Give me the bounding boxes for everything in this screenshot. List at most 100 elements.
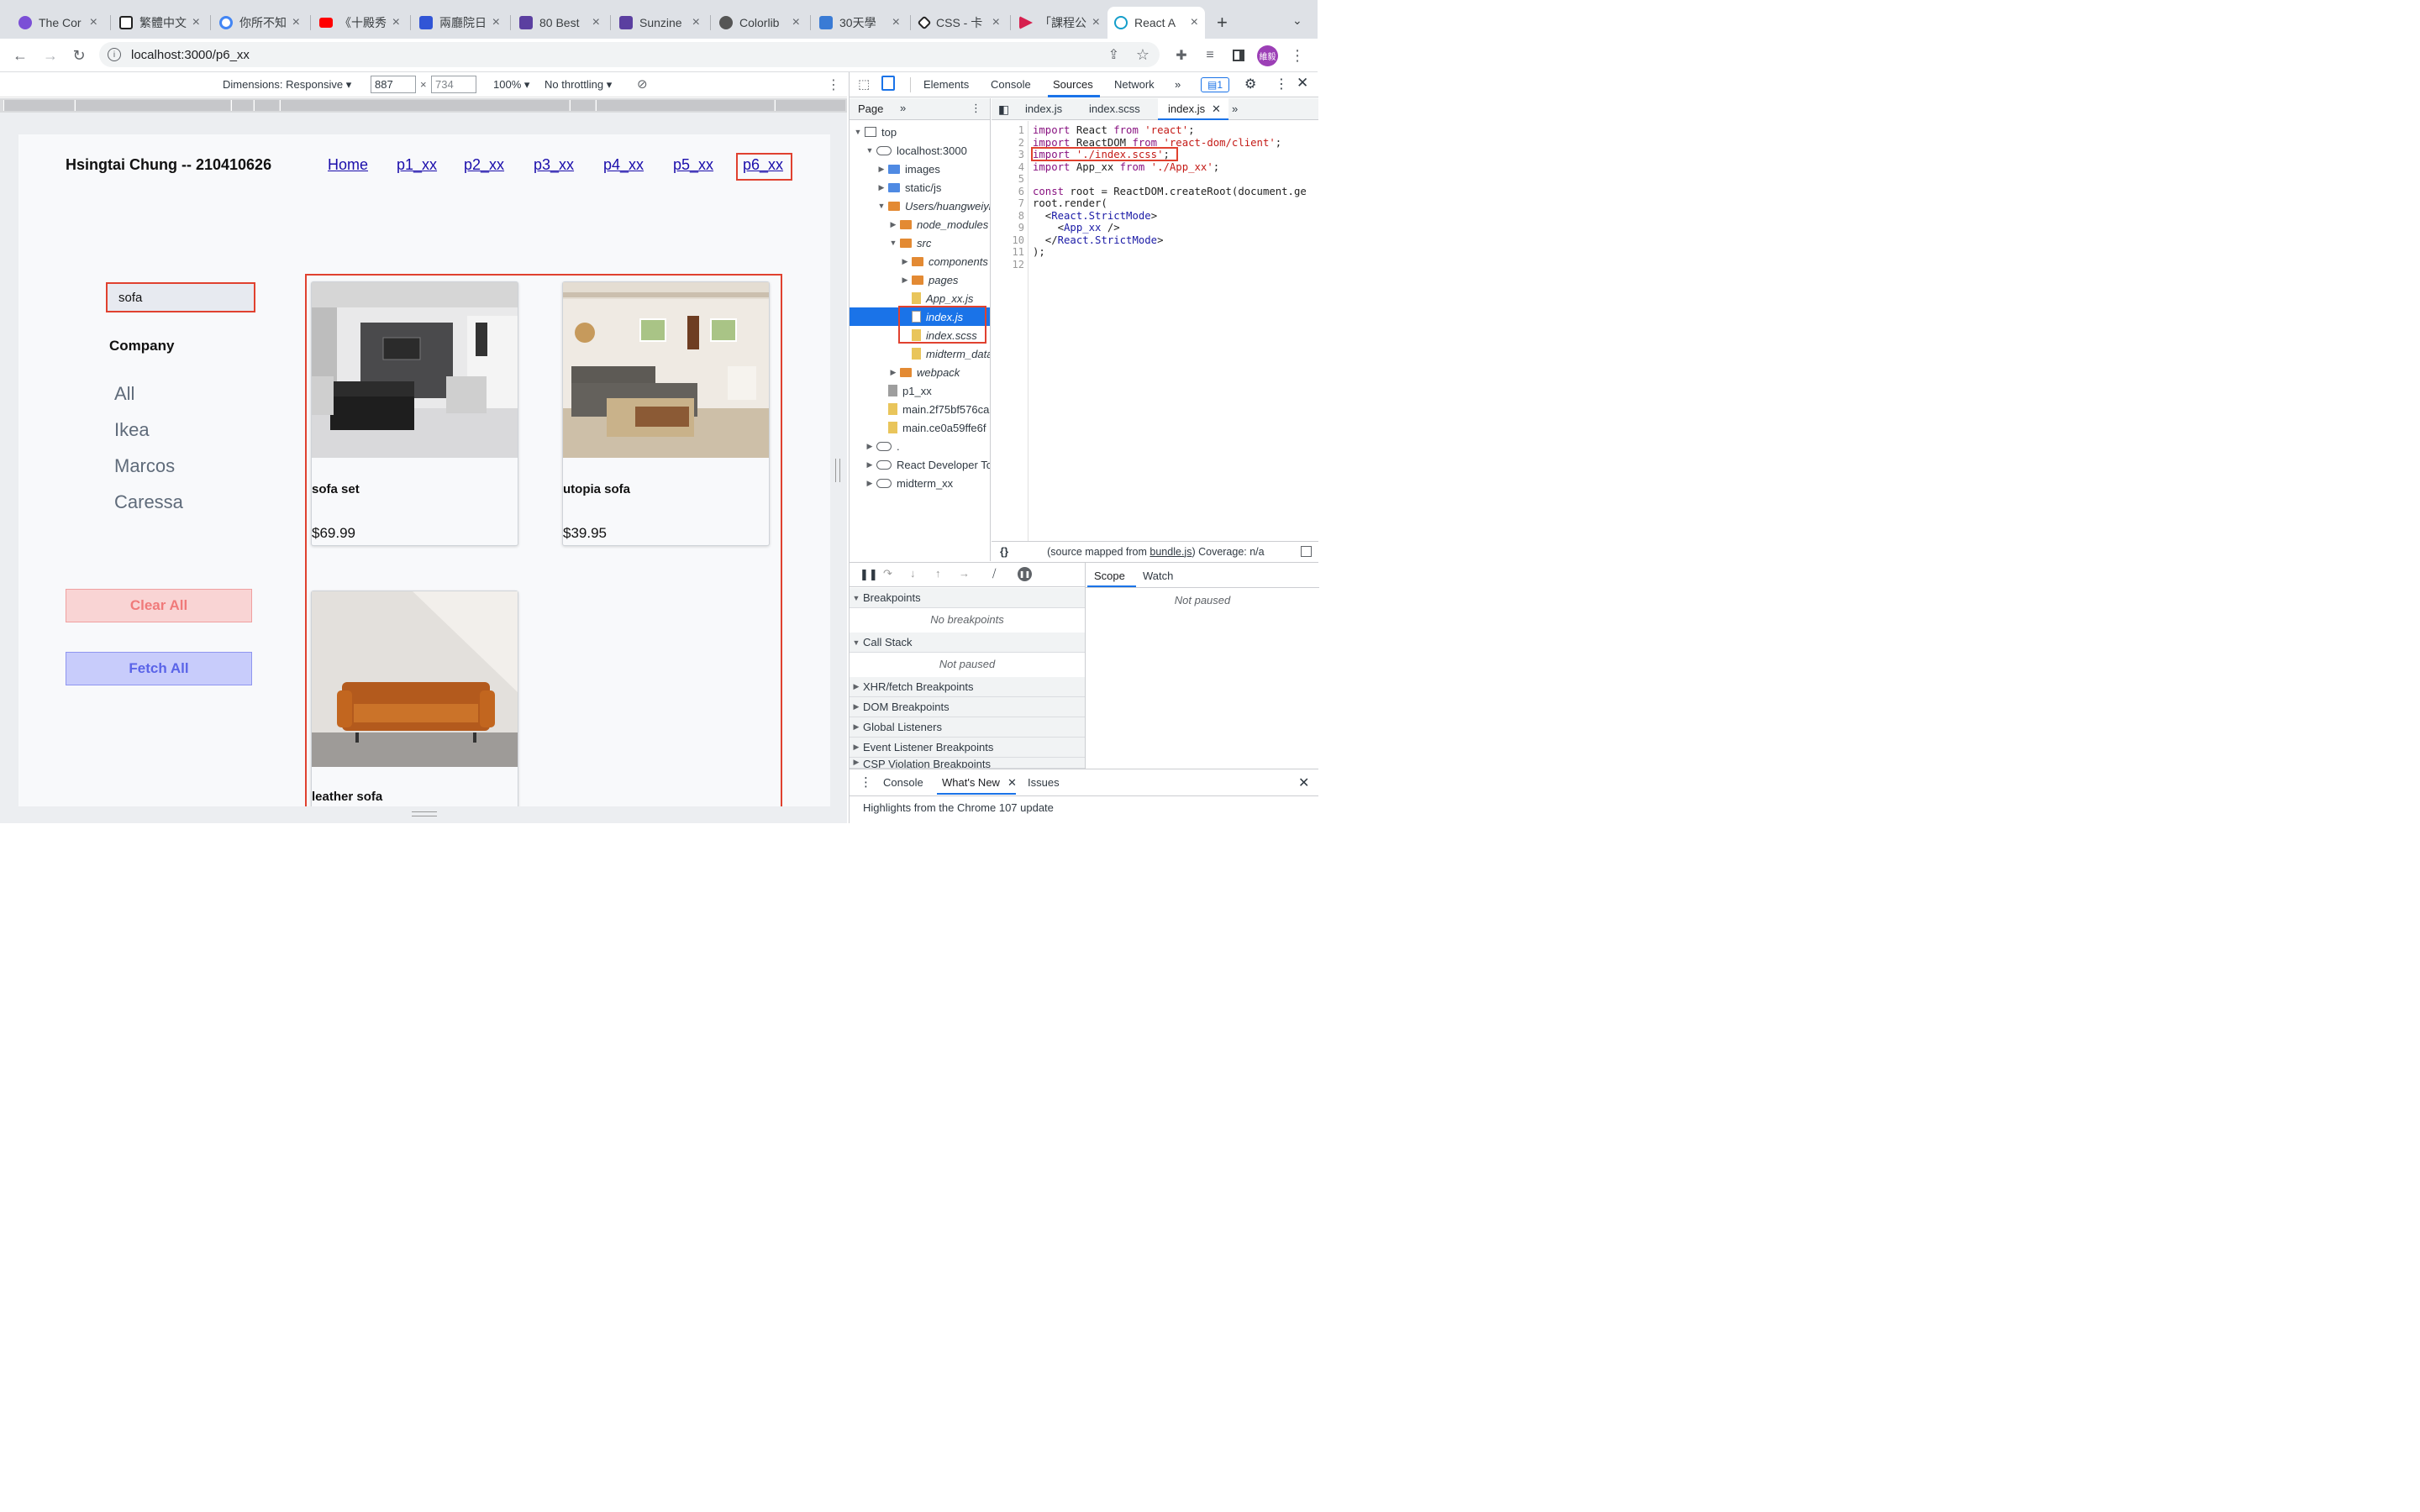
code-line[interactable]: root.render(	[1033, 197, 1107, 209]
pause-on-exceptions-icon[interactable]: ❚❚	[1018, 567, 1032, 581]
code-line[interactable]: import React from 'react';	[1033, 124, 1195, 136]
code-line[interactable]: </React.StrictMode>	[1033, 234, 1164, 246]
resize-handle-bottom[interactable]	[412, 811, 437, 816]
call-stack-section[interactable]: ▼ Call Stack	[850, 633, 1085, 653]
nav-p3[interactable]: p3_xx	[534, 156, 574, 174]
code-line[interactable]: import App_xx from './App_xx';	[1033, 161, 1219, 173]
close-tab-icon[interactable]: ×	[792, 15, 800, 30]
company-filter-ikea[interactable]: Ikea	[114, 419, 150, 441]
dom-breakpoints-section[interactable]: ▶ DOM Breakpoints	[850, 697, 1085, 717]
code-line[interactable]: const root = ReactDOM.createRoot(documen…	[1033, 186, 1307, 197]
resize-handle-right[interactable]	[835, 459, 840, 482]
pretty-print-icon[interactable]: {}	[1000, 545, 1008, 558]
browser-tab[interactable]: 《十殿秀 ×	[313, 7, 407, 39]
scope-tab[interactable]: Scope	[1094, 570, 1125, 582]
tree-main-js[interactable]: main.ce0a59ffe6f	[888, 418, 986, 437]
height-input[interactable]: 734	[431, 76, 476, 93]
tree-node-modules[interactable]: ▶ node_modules	[888, 215, 989, 234]
tree-users[interactable]: ▼ Users/huangweiyi	[876, 197, 990, 215]
rotate-icon[interactable]: ⊘	[637, 76, 648, 92]
nav-p2[interactable]: p2_xx	[464, 156, 504, 174]
tree-top[interactable]: ▼ top	[853, 123, 897, 141]
company-filter-marcos[interactable]: Marcos	[114, 455, 175, 477]
event-listener-breakpoints-section[interactable]: ▶ Event Listener Breakpoints	[850, 738, 1085, 758]
close-devtools-icon[interactable]: ✕	[1297, 75, 1308, 92]
new-tab-button[interactable]: +	[1217, 12, 1228, 34]
more-tabs-icon[interactable]: »	[1175, 78, 1181, 91]
nav-p1[interactable]: p1_xx	[397, 156, 437, 174]
tree-dot[interactable]: ▶.	[865, 437, 900, 455]
close-tab-icon[interactable]: ×	[1092, 15, 1100, 30]
csp-violation-section[interactable]: ▶ CSP Violation Breakpoints	[850, 758, 1085, 769]
bundle-link[interactable]: bundle.js	[1150, 546, 1192, 558]
clear-all-button[interactable]: Clear All	[66, 589, 252, 622]
close-whats-new-icon[interactable]: ✕	[1007, 776, 1017, 790]
tree-images[interactable]: ▶ images	[876, 160, 940, 178]
tree-components[interactable]: ▶ components	[900, 252, 988, 270]
deactivate-breakpoints-icon[interactable]: ⧸	[992, 567, 996, 580]
browser-tab[interactable]: Sunzine ×	[613, 7, 707, 39]
more-menu-icon[interactable]: ⋮	[1287, 45, 1307, 66]
close-tab-icon[interactable]: ×	[992, 15, 1000, 30]
browser-tab[interactable]: 兩廳院日 ×	[413, 7, 507, 39]
editor-tab-active[interactable]: index.js	[1168, 102, 1205, 115]
profile-avatar[interactable]: 維毅	[1257, 45, 1278, 66]
product-card[interactable]: leather sofa	[311, 591, 518, 806]
media-icon[interactable]: ≡	[1200, 45, 1220, 66]
drawer-tab-issues[interactable]: Issues	[1028, 776, 1060, 789]
nav-p4[interactable]: p4_xx	[603, 156, 644, 174]
close-tab-icon[interactable]: ×	[892, 15, 900, 30]
tree-midterm-data[interactable]: midterm_data	[912, 344, 990, 363]
company-filter-caressa[interactable]: Caressa	[114, 491, 183, 513]
nav-menu-icon[interactable]: ⋮	[971, 102, 981, 115]
browser-tab[interactable]: 30天學 ×	[813, 7, 907, 39]
browser-tab[interactable]: 你所不知 ×	[213, 7, 307, 39]
browser-tab-active[interactable]: React A ×	[1107, 7, 1205, 39]
close-tab-icon[interactable]: ×	[1191, 15, 1198, 30]
step-out-icon[interactable]: ↑	[935, 567, 941, 580]
tree-p1[interactable]: p1_xx	[888, 381, 932, 400]
tree-src[interactable]: ▼ src	[888, 234, 932, 252]
tab-elements[interactable]: Elements	[923, 78, 969, 91]
back-icon[interactable]: ←	[10, 45, 30, 66]
product-card[interactable]: sofa set $69.99	[311, 281, 518, 546]
forward-icon[interactable]: →	[40, 45, 60, 66]
fetch-all-button[interactable]: Fetch All	[66, 652, 252, 685]
tree-pages[interactable]: ▶ pages	[900, 270, 959, 289]
close-tab-icon[interactable]: ×	[592, 15, 600, 30]
search-input[interactable]: sofa	[106, 282, 255, 312]
xhr-breakpoints-section[interactable]: ▶ XHR/fetch Breakpoints	[850, 677, 1085, 697]
bookmark-star-icon[interactable]: ☆	[1136, 46, 1150, 64]
site-info-icon[interactable]: i	[108, 48, 121, 61]
page-tab[interactable]: Page	[858, 102, 883, 115]
zoom-dropdown[interactable]: 100% ▾	[493, 78, 529, 92]
device-toggle-icon[interactable]	[881, 76, 895, 91]
nav-home[interactable]: Home	[328, 156, 368, 174]
side-panel-icon[interactable]	[1228, 45, 1249, 66]
close-editor-tab-icon[interactable]: ✕	[1212, 102, 1221, 116]
watch-tab[interactable]: Watch	[1143, 570, 1173, 582]
tree-static-js[interactable]: ▶ static/js	[876, 178, 942, 197]
dimensions-dropdown[interactable]: Dimensions: Responsive ▾	[223, 78, 351, 92]
inspect-element-icon[interactable]: ⬚	[858, 76, 870, 92]
browser-tab[interactable]: The Cor ×	[12, 7, 104, 39]
share-icon[interactable]: ⇪	[1108, 46, 1119, 63]
tree-react-devtools[interactable]: ▶React Developer Tools	[865, 455, 990, 474]
code-line[interactable]: );	[1033, 246, 1045, 258]
nav-p5[interactable]: p5_xx	[673, 156, 713, 174]
close-tab-icon[interactable]: ×	[692, 15, 700, 30]
pause-icon[interactable]: ❚❚	[860, 568, 878, 581]
more-nav-icon[interactable]: »	[900, 102, 906, 114]
coverage-icon[interactable]	[1301, 546, 1312, 557]
step-over-icon[interactable]: ↷	[883, 567, 892, 580]
close-tab-icon[interactable]: ×	[90, 15, 97, 30]
width-input[interactable]: 887	[371, 76, 416, 93]
close-tab-icon[interactable]: ×	[192, 15, 200, 30]
extensions-icon[interactable]: ✚	[1171, 45, 1192, 66]
company-filter-all[interactable]: All	[114, 383, 134, 405]
toggle-navigator-icon[interactable]: ◧	[998, 102, 1009, 117]
tree-main-css[interactable]: main.2f75bf576ca	[888, 400, 989, 418]
step-icon[interactable]: →	[959, 567, 970, 580]
issues-badge[interactable]: ▤ 1	[1201, 77, 1229, 92]
editor-tab-index-js[interactable]: index.js	[1025, 102, 1062, 115]
